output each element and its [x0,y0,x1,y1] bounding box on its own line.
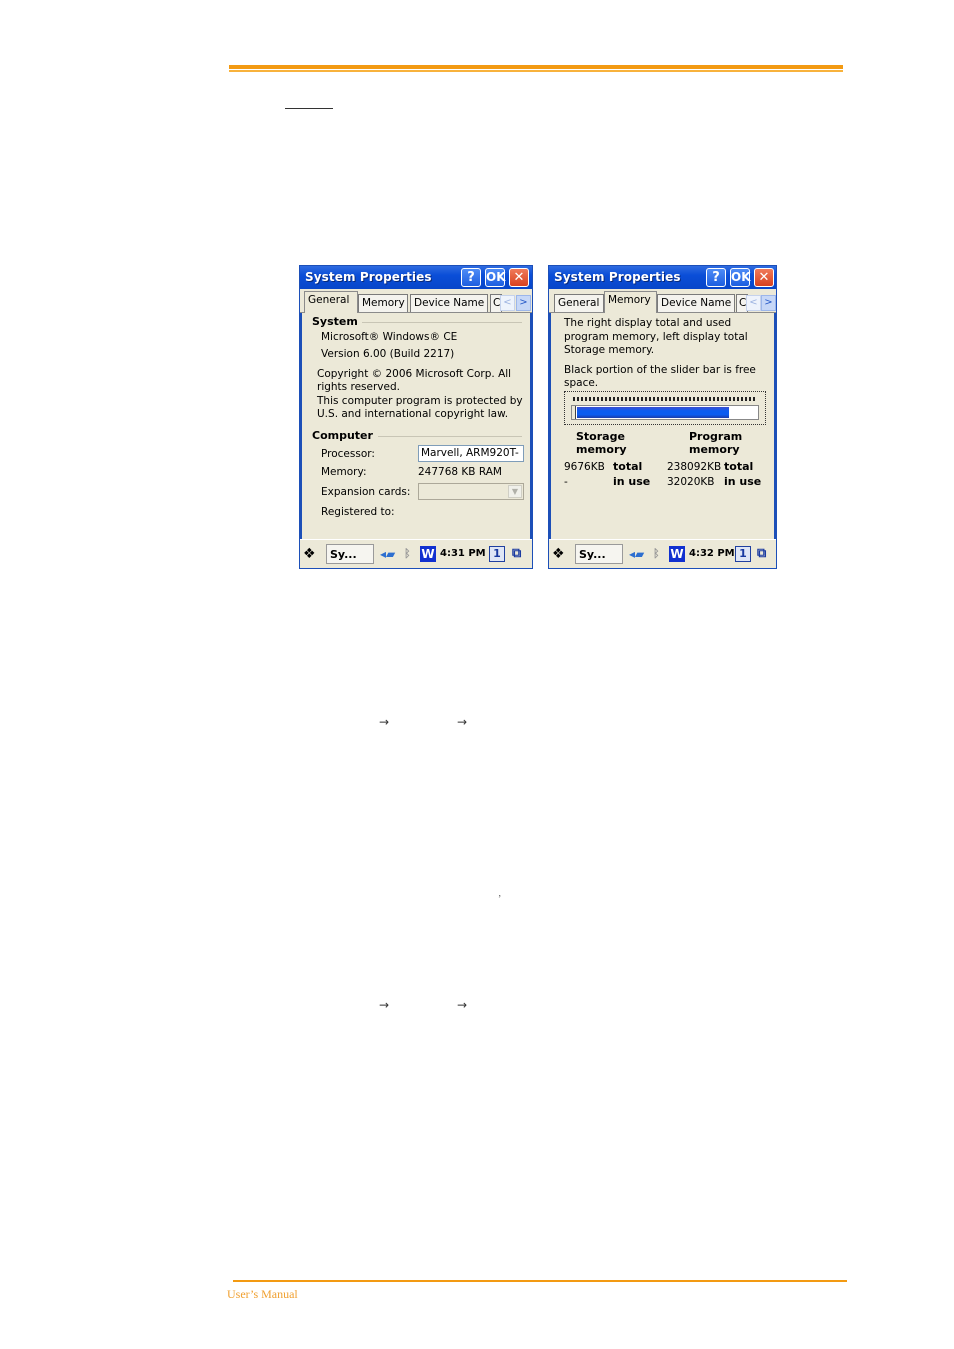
memory-tab-panel: The right display total and used program… [549,313,776,540]
program-total-label: total [724,460,754,473]
w-app-icon[interactable]: W [669,546,685,562]
system-properties-window-memory: System Properties ? OK ✕ General Memory … [548,265,777,569]
switch-windows-icon[interactable]: ⧉ [757,544,775,564]
tab-general[interactable]: General [304,291,358,313]
tab-device-name[interactable]: Device Name [657,294,735,312]
task-label: Sy... [579,548,606,561]
tab-device-name[interactable]: Device Name [410,294,488,312]
arrow-icon: → [379,998,390,1012]
processor-field[interactable]: Marvell, ARM920T- [418,445,524,462]
slider-tick-marks [573,397,757,401]
tab-strip: General Memory Device Name C < > [300,289,532,313]
header-rule-thin [229,70,843,72]
program-inuse-value: 32020KB [667,476,715,488]
footer-title: User’s Manual [227,1287,298,1301]
network-icon[interactable]: ◂▰ [629,544,649,564]
switch-windows-icon[interactable]: ⧉ [512,544,530,564]
processor-label: Processor: [321,448,375,460]
program-heading-line-1: Program [689,430,743,443]
arrow-icon: → [457,998,468,1012]
program-total-value: 238092KB [667,461,722,473]
bluetooth-icon[interactable]: ᛒ [404,544,414,564]
w-app-icon[interactable]: W [420,546,436,562]
clock: 4:31 PM [440,548,486,559]
windows-start-icon[interactable]: ❖ [303,544,321,564]
arrow-icon: → [379,715,390,729]
storage-total-value: 9676KB [564,461,605,473]
program-inuse-label: in use [724,475,762,488]
taskbar: ❖ Sy... ◂▰ ᛒ W 4:31 PM 1 ⧉ [300,539,532,568]
slider-note-line-1: Black portion of the slider bar is free [564,364,756,376]
slider-fill [577,407,729,418]
description-line-3: Storage memory. [564,344,655,356]
computer-group-rule [378,436,522,437]
task-label: Sy... [330,548,357,561]
copyright-line-3: This computer program is protected by [317,395,523,407]
footer-rule [233,1280,847,1282]
registered-to-label: Registered to: [321,506,395,518]
storage-heading-line-1: Storage [576,430,625,443]
header-rule [229,65,843,73]
close-button[interactable]: ✕ [509,268,529,287]
memory-slider-group [564,391,766,425]
tab-scroll-left-button[interactable]: < [746,295,761,311]
ok-button[interactable]: OK [730,268,751,287]
storage-inuse-label: in use [613,475,651,488]
close-button[interactable]: ✕ [754,268,774,287]
system-properties-window-general: System Properties ? OK ✕ General Memory … [299,265,533,569]
ok-button[interactable]: OK [485,268,506,287]
taskbar: ❖ Sy... ◂▰ ᛒ W 4:32 PM 1 ⧉ [549,539,776,568]
computer-group-title: Computer [312,429,373,442]
clock: 4:32 PM [689,548,735,559]
copyright-line-1: Copyright © 2006 Microsoft Corp. All [317,368,512,380]
underline-mark [285,108,333,109]
apostrophe-mark: ’ [498,894,502,905]
slider-thumb[interactable] [572,406,576,419]
memory-value: 247768 KB RAM [418,466,502,478]
help-button[interactable]: ? [461,268,481,287]
tab-memory[interactable]: Memory [358,294,408,312]
tab-scroll-right-button[interactable]: > [516,295,531,311]
expansion-cards-dropdown[interactable]: ▼ [418,483,524,500]
system-group-title: System [312,315,358,328]
title-bar: System Properties ? OK ✕ [300,266,532,289]
tab-strip: General Memory Device Name C < > [549,289,776,313]
input-panel-icon[interactable]: 1 [489,546,505,562]
windows-start-icon[interactable]: ❖ [552,544,570,564]
description-line-2: program memory, left display total [564,331,748,343]
network-icon[interactable]: ◂▰ [380,544,400,564]
arrow-icon: → [457,715,468,729]
help-button[interactable]: ? [706,268,726,287]
taskbar-task-button[interactable]: Sy... [575,544,623,564]
os-name: Microsoft® Windows® CE [321,331,458,343]
taskbar-task-button[interactable]: Sy... [326,544,374,564]
program-heading-line-2: memory [689,443,740,456]
copyright-line-4: U.S. and international copyright law. [317,408,509,420]
slider-note-line-2: space. [564,377,599,389]
memory-label: Memory: [321,466,367,478]
chevron-down-icon[interactable]: ▼ [508,485,522,498]
storage-inuse-value: - [564,476,568,488]
expansion-cards-label: Expansion cards: [321,486,411,498]
bluetooth-icon[interactable]: ᛒ [653,544,663,564]
window-title: System Properties [554,270,681,284]
header-rule-thick [229,65,843,69]
storage-total-label: total [613,460,643,473]
title-bar: System Properties ? OK ✕ [549,266,776,289]
tab-general[interactable]: General [554,294,604,312]
tab-memory[interactable]: Memory [604,291,657,313]
tab-scroll-left-button[interactable]: < [500,295,515,311]
tab-scroll-right-button[interactable]: > [761,295,776,311]
description-line-1: The right display total and used [564,317,732,329]
window-title: System Properties [305,270,432,284]
general-tab-panel: System Microsoft® Windows® CE Version 6.… [300,313,532,540]
storage-heading-line-2: memory [576,443,627,456]
os-version: Version 6.00 (Build 2217) [321,348,455,360]
system-group-rule [362,322,522,323]
processor-value: Marvell, ARM920T- [421,447,519,459]
copyright-line-2: rights reserved. [317,381,400,393]
memory-slider[interactable] [571,405,759,420]
input-panel-icon[interactable]: 1 [735,546,751,562]
